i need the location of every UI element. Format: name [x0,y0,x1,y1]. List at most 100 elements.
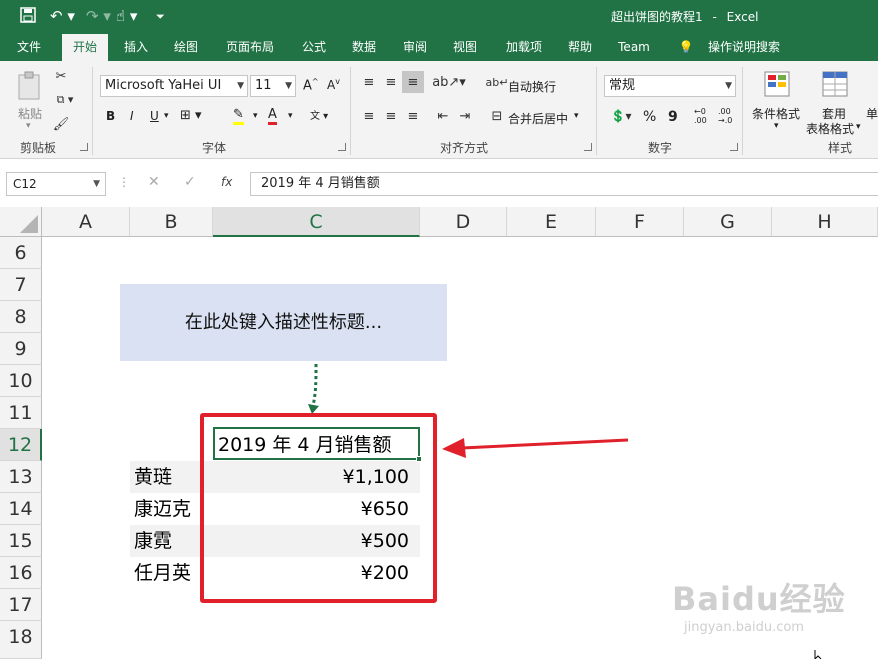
conditional-dropdown-icon[interactable]: ▾ [774,121,779,131]
increase-font-icon[interactable]: A^ [303,77,319,93]
bold-button[interactable]: B [106,109,115,123]
row-header-16[interactable]: 16 [0,557,42,589]
select-all-corner[interactable] [0,207,42,237]
align-left-icon[interactable]: ≡ [360,107,378,125]
font-size-dropdown[interactable]: 11 ▼ [250,75,296,97]
orientation-icon[interactable]: ab↗▾ [432,73,466,91]
format-as-table-bottom[interactable]: 表格格式 [806,120,854,137]
italic-button[interactable]: I [130,109,134,123]
alignment-launcher-icon[interactable] [584,143,592,151]
enter-icon[interactable]: ✓ [184,174,196,190]
row-header-17[interactable]: 17 [0,589,42,621]
decrease-font-icon[interactable]: Av [327,77,340,92]
underline-button[interactable]: U [150,109,159,123]
borders-icon[interactable]: ⊞ ▾ [180,108,202,123]
number-format-dropdown[interactable]: 常规 ▼ [604,75,736,97]
row-header-8[interactable]: 8 [0,301,42,333]
row-header-15[interactable]: 15 [0,525,42,557]
conditional-format-icon[interactable] [762,69,792,99]
row-header-7[interactable]: 7 [0,269,42,301]
wrap-text-button[interactable]: 自动换行 [508,78,556,95]
font-name-dropdown[interactable]: Microsoft YaHei UI ▼ [100,75,248,97]
column-header-f[interactable]: F [596,207,684,237]
wrap-text-icon[interactable]: ab↵ [486,73,509,91]
tab-view[interactable]: 视图 [443,34,487,61]
underline-dropdown-icon[interactable]: ▾ [164,111,169,121]
decrease-decimal-icon[interactable]: .00 →.0 [718,107,732,125]
cell-styles-button[interactable]: 单 [866,105,878,122]
column-header-d[interactable]: D [420,207,507,237]
font-launcher-icon[interactable] [338,143,346,151]
percent-button[interactable]: % [643,109,656,125]
tell-me-search[interactable]: 操作说明搜索 [702,34,786,61]
row-header-9[interactable]: 9 [0,333,42,365]
tab-data[interactable]: 数据 [342,34,386,61]
column-header-a[interactable]: A [42,207,130,237]
increase-indent-icon[interactable]: ⇥ [456,107,474,125]
tab-insert[interactable]: 插入 [114,34,158,61]
item-name-cell[interactable]: 黄琏 [134,461,172,493]
undo-icon[interactable]: ↶ ▾ [50,7,75,25]
fill-color-dropdown-icon[interactable]: ▾ [253,111,258,121]
tab-team[interactable]: Team [610,34,658,61]
phonetic-guide-icon[interactable]: 文 ▾ [310,107,328,122]
font-color-icon[interactable]: A [268,107,277,125]
formula-input[interactable]: 2019 年 4 月销售额 [250,172,878,196]
copy-icon[interactable]: ⧉ ▾ [52,91,78,109]
row-header-11[interactable]: 11 [0,397,42,429]
item-name-cell[interactable]: 康迈克 [134,493,191,525]
merge-dropdown-icon[interactable]: ▾ [574,111,579,121]
tab-addins[interactable]: 加载项 [497,34,551,61]
align-center-icon[interactable]: ≡ [382,107,400,125]
row-header-6[interactable]: 6 [0,237,42,269]
format-painter-icon[interactable]: 🖌 [52,115,70,133]
chart-title-placeholder[interactable]: 在此处键入描述性标题... [120,284,447,361]
touch-mode-icon[interactable]: ☝ ▾ [116,7,137,25]
row-header-13[interactable]: 13 [0,461,42,493]
middle-align-icon[interactable]: ≡ [382,73,400,91]
tab-file[interactable]: 文件 [6,34,52,61]
row-header-14[interactable]: 14 [0,493,42,525]
conditional-format-button[interactable]: 条件格式 [752,105,800,122]
lightbulb-icon[interactable]: 💡 [676,34,696,61]
save-icon[interactable] [20,7,36,27]
column-header-g[interactable]: G [684,207,772,237]
table-format-dropdown-icon[interactable]: ▾ [856,122,861,132]
comma-button[interactable]: 9 [668,109,678,125]
clipboard-launcher-icon[interactable] [80,143,88,151]
tab-page-layout[interactable]: 页面布局 [216,34,284,61]
top-align-icon[interactable]: ≡ [360,73,378,91]
format-as-table-icon[interactable] [820,69,850,99]
column-header-e[interactable]: E [507,207,596,237]
tab-help[interactable]: 帮助 [558,34,602,61]
paste-icon[interactable] [14,69,46,103]
cut-icon[interactable]: ✂ [52,67,70,85]
row-header-10[interactable]: 10 [0,365,42,397]
fill-color-icon[interactable]: ✎ [233,107,244,125]
row-header-18[interactable]: 18 [0,621,42,659]
tab-formulas[interactable]: 公式 [292,34,336,61]
cancel-icon[interactable]: ✕ [148,174,160,190]
increase-decimal-icon[interactable]: ←0.00 [694,107,707,125]
merge-center-button[interactable]: 合并后居中 [508,110,568,127]
redo-icon[interactable]: ↷ ▾ [86,7,111,25]
column-header-b[interactable]: B [130,207,213,237]
name-box[interactable]: C12 ▼ [6,172,106,196]
bottom-align-icon[interactable]: ≡ [402,71,424,93]
decrease-indent-icon[interactable]: ⇤ [434,107,452,125]
merge-center-icon[interactable]: ⊟ [488,107,506,125]
item-name-cell[interactable]: 任月英 [134,557,191,589]
number-launcher-icon[interactable] [730,143,738,151]
currency-format-icon[interactable]: 💲▾ [606,107,636,125]
customize-qat-icon[interactable]: ⏷ [156,10,165,24]
font-color-dropdown-icon[interactable]: ▾ [288,111,293,121]
tab-review[interactable]: 审阅 [393,34,437,61]
align-right-icon[interactable]: ≡ [404,107,422,125]
column-header-h[interactable]: H [772,207,878,237]
row-header-12[interactable]: 12 [0,429,42,461]
insert-function-button[interactable]: fx [221,175,232,189]
column-header-c[interactable]: C [213,207,420,237]
tab-draw[interactable]: 绘图 [164,34,208,61]
item-name-cell[interactable]: 康霓 [134,525,172,557]
paste-label[interactable]: 粘贴 [18,105,42,122]
